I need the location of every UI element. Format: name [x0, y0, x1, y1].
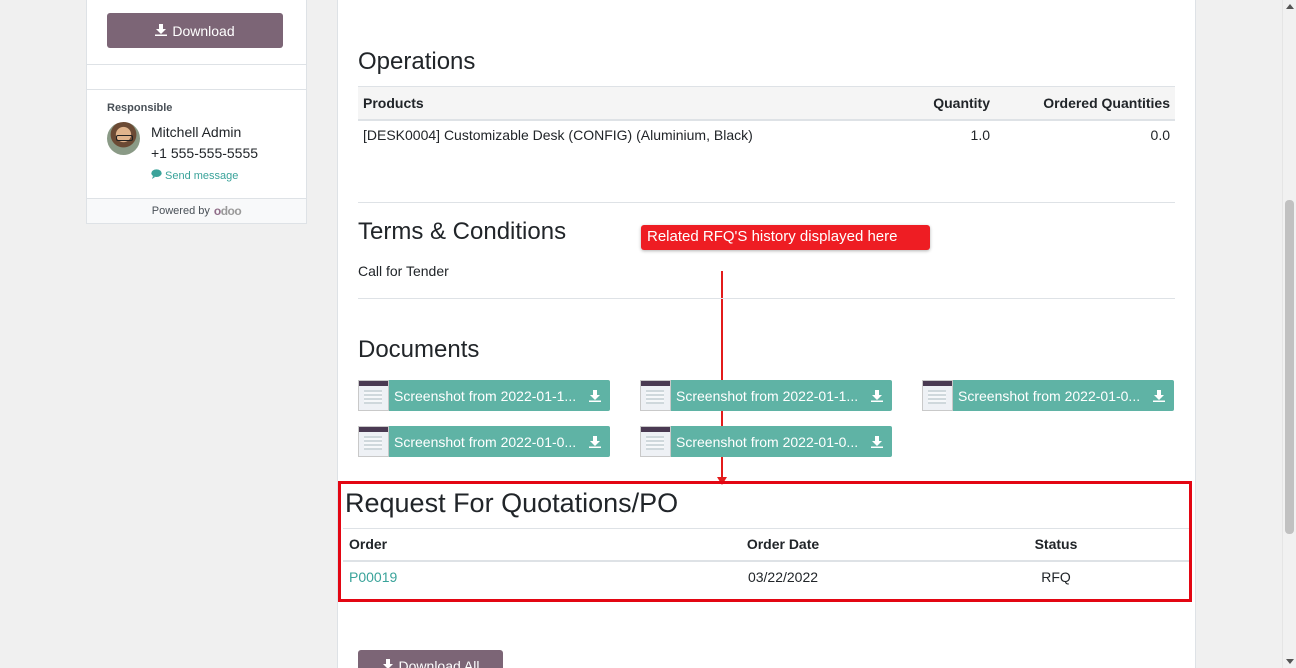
download-label: Download — [172, 22, 235, 39]
comment-icon — [151, 169, 162, 182]
powered-by: Powered by odoo — [87, 198, 306, 223]
product-cell: [DESK0004] Customizable Desk (CONFIG) (A… — [363, 127, 753, 143]
divider — [358, 202, 1175, 203]
document-item[interactable]: Screenshot from 2022-01-0... — [640, 426, 892, 457]
status-cell: RFQ — [1041, 569, 1071, 585]
column-order-date: Order Date — [746, 536, 820, 553]
quantity-cell: 1.0 — [970, 127, 990, 143]
download-icon — [155, 23, 168, 39]
document-item[interactable]: Screenshot from 2022-01-0... — [922, 380, 1174, 411]
sidebar-card: Download Responsible Mitchell Admin +1 5… — [86, 0, 307, 224]
rfq-history-section: Request For Quotations/PO Order Order Da… — [338, 481, 1192, 602]
table-header-row: Products Quantity Ordered Quantities — [358, 86, 1175, 120]
column-products: Products — [363, 94, 424, 111]
download-icon[interactable] — [862, 389, 892, 402]
download-button[interactable]: Download — [107, 13, 283, 48]
download-icon[interactable] — [862, 435, 892, 448]
divider — [358, 298, 1175, 299]
divider — [87, 89, 306, 90]
document-name[interactable]: Screenshot from 2022-01-0... — [671, 434, 862, 450]
document-name[interactable]: Screenshot from 2022-01-0... — [389, 434, 580, 450]
send-message-label: Send message — [165, 169, 239, 182]
table-row: [DESK0004] Customizable Desk (CONFIG) (A… — [358, 120, 1175, 150]
order-link[interactable]: P00019 — [349, 569, 397, 585]
operations-table: Products Quantity Ordered Quantities [DE… — [358, 86, 1175, 150]
document-thumbnail — [922, 380, 953, 411]
scroll-up-icon[interactable] — [1286, 4, 1294, 9]
column-ordered-quantities: Ordered Quantities — [1043, 94, 1170, 111]
column-quantity: Quantity — [933, 94, 990, 111]
document-thumbnail — [358, 380, 389, 411]
table-row: P00019 03/22/2022 RFQ — [343, 561, 1189, 593]
document-name[interactable]: Screenshot from 2022-01-0... — [953, 388, 1144, 404]
column-order: Order — [349, 536, 388, 553]
document-thumbnail — [640, 426, 671, 457]
ordered-cell: 0.0 — [1150, 127, 1170, 143]
column-status: Status — [1034, 536, 1078, 553]
download-icon[interactable] — [580, 389, 610, 402]
rfq-title: Request For Quotations/PO — [345, 488, 679, 518]
document-item[interactable]: Screenshot from 2022-01-0... — [358, 426, 610, 457]
rfq-table: Order Order Date Status P00019 03/22/202… — [343, 528, 1189, 593]
responsible-label: Responsible — [107, 102, 173, 114]
main-panel: Operations Products Quantity Ordered Qua… — [337, 0, 1196, 668]
powered-by-label: Powered by — [151, 205, 210, 217]
operations-title: Operations — [358, 48, 476, 75]
document-thumbnail — [358, 426, 389, 457]
download-all-button[interactable]: Download All — [358, 650, 503, 668]
send-message-link[interactable]: Send message — [151, 169, 238, 182]
download-all-label: Download All — [398, 658, 480, 668]
document-item[interactable]: Screenshot from 2022-01-1... — [640, 380, 892, 411]
download-icon[interactable] — [1144, 389, 1174, 402]
document-item[interactable]: Screenshot from 2022-01-1... — [358, 380, 610, 411]
document-name[interactable]: Screenshot from 2022-01-1... — [671, 388, 862, 404]
divider — [87, 64, 306, 65]
annotation-callout: Related RFQ'S history displayed here — [641, 225, 930, 250]
order-date-cell: 03/22/2022 — [747, 569, 819, 585]
document-name[interactable]: Screenshot from 2022-01-1... — [389, 388, 580, 404]
documents-title: Documents — [358, 336, 480, 363]
scroll-down-icon[interactable] — [1286, 659, 1294, 664]
download-icon — [382, 658, 394, 668]
responsible-name: Mitchell Admin — [151, 124, 242, 140]
download-icon[interactable] — [580, 435, 610, 448]
terms-body: Call for Tender — [358, 263, 449, 279]
responsible-phone: +1 555-555-5555 — [151, 145, 259, 161]
avatar — [107, 122, 140, 155]
document-thumbnail — [640, 380, 671, 411]
terms-title: Terms & Conditions — [358, 218, 567, 245]
odoo-logo[interactable]: odoo — [214, 204, 242, 218]
scroll-thumb[interactable] — [1285, 200, 1294, 534]
vertical-scrollbar[interactable] — [1282, 0, 1296, 668]
table-header-row: Order Order Date Status — [343, 528, 1189, 561]
